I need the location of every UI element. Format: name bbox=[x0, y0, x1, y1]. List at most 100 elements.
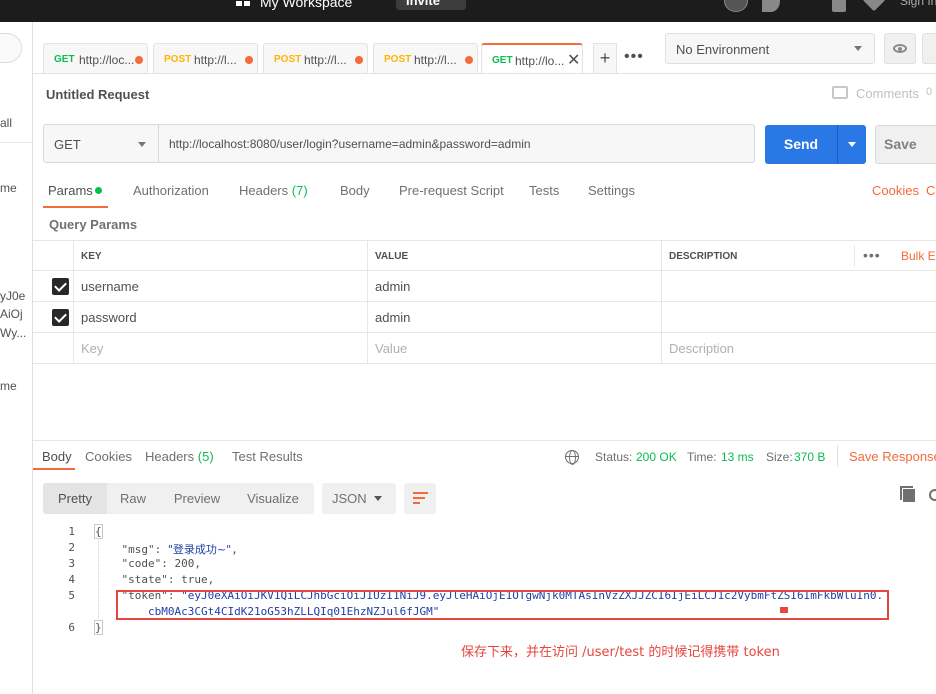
tab-url: http://lo... bbox=[515, 54, 565, 68]
status-label: Status: bbox=[595, 450, 633, 464]
request-tab[interactable]: POST http://l... bbox=[373, 43, 478, 74]
tab-settings[interactable]: Settings bbox=[588, 183, 635, 198]
format-select[interactable]: JSON bbox=[322, 483, 396, 514]
code-line: "code": 200, bbox=[121, 557, 202, 570]
line-number: 4 bbox=[68, 573, 75, 586]
param-description-input[interactable] bbox=[661, 271, 936, 302]
code-link[interactable]: Code bbox=[926, 183, 936, 198]
url-input[interactable]: http://localhost:8080/user/login?usernam… bbox=[158, 124, 755, 163]
tab-authorization[interactable]: Authorization bbox=[133, 183, 209, 198]
sidebar-item[interactable]: Wy... bbox=[0, 326, 26, 340]
checkbox-checked[interactable] bbox=[52, 309, 69, 326]
app-header: My Workspace ▾ Invite Sign In bbox=[0, 0, 936, 22]
divider bbox=[33, 440, 936, 441]
response-tab-body[interactable]: Body bbox=[42, 449, 72, 464]
response-tab-test-results[interactable]: Test Results bbox=[232, 449, 303, 464]
add-tab-button[interactable]: + bbox=[593, 43, 617, 74]
request-tabbar: GET http://loc... POST http://l... POST … bbox=[33, 22, 653, 74]
table-row: password admin bbox=[33, 302, 936, 333]
bell-icon[interactable] bbox=[832, 0, 846, 12]
send-options-button[interactable] bbox=[837, 125, 866, 164]
sidebar-item[interactable]: all bbox=[0, 116, 12, 130]
close-brace: } bbox=[95, 621, 102, 634]
sidebar-search-input[interactable] bbox=[0, 33, 22, 63]
request-tab[interactable]: GET http://loc... bbox=[43, 43, 148, 74]
tab-headers[interactable]: Headers (7) bbox=[239, 183, 308, 198]
request-title[interactable]: Untitled Request bbox=[46, 87, 149, 102]
caret-down-icon bbox=[848, 142, 856, 147]
request-tab[interactable]: POST http://l... bbox=[153, 43, 258, 74]
sidebar-item[interactable]: me bbox=[0, 379, 17, 393]
status-value[interactable]: 200 OK bbox=[636, 450, 677, 464]
json-key: "msg" bbox=[121, 543, 155, 556]
tab-body[interactable]: Body bbox=[340, 183, 370, 198]
environment-select[interactable]: No Environment bbox=[665, 33, 875, 64]
new-description-input[interactable]: Description bbox=[661, 333, 936, 364]
view-pretty-button[interactable]: Pretty bbox=[43, 483, 107, 514]
method-value: GET bbox=[54, 137, 81, 152]
environment-selected: No Environment bbox=[676, 42, 770, 57]
table-row: username admin bbox=[33, 271, 936, 302]
sidebar-item[interactable]: me bbox=[0, 181, 17, 195]
eye-icon bbox=[893, 44, 907, 53]
request-tab-active[interactable]: GET http://lo... ✕ bbox=[481, 43, 583, 74]
method-label: POST bbox=[384, 54, 412, 65]
table-cell bbox=[33, 271, 73, 302]
view-preview-button[interactable]: Preview bbox=[165, 483, 229, 514]
time-value[interactable]: 13 ms bbox=[721, 450, 754, 464]
signin-button[interactable]: Sign In bbox=[900, 0, 936, 8]
more-icon[interactable]: ••• bbox=[863, 247, 881, 263]
response-tab-cookies[interactable]: Cookies bbox=[85, 449, 132, 464]
chevron-down-icon[interactable]: ▾ bbox=[364, 0, 369, 3]
active-tab-indicator bbox=[33, 468, 75, 470]
method-label: POST bbox=[274, 54, 302, 65]
save-button[interactable]: Save bbox=[875, 125, 936, 164]
tab-tests[interactable]: Tests bbox=[529, 183, 559, 198]
caret-down-icon bbox=[854, 46, 862, 51]
view-raw-button[interactable]: Raw bbox=[107, 483, 159, 514]
response-tab-headers[interactable]: Headers (5) bbox=[145, 449, 214, 464]
param-value-input[interactable]: admin bbox=[367, 302, 661, 333]
param-key-input[interactable]: username bbox=[73, 271, 367, 302]
new-value-input[interactable]: Value bbox=[367, 333, 661, 364]
divider bbox=[0, 142, 32, 143]
json-key: "code" bbox=[121, 557, 162, 570]
more-tabs-icon[interactable]: ••• bbox=[624, 48, 644, 66]
response-tab-headers-label: Headers bbox=[145, 449, 195, 464]
param-key-input[interactable]: password bbox=[73, 302, 367, 333]
param-value-input[interactable]: admin bbox=[367, 271, 661, 302]
search-icon[interactable] bbox=[929, 489, 936, 501]
manage-environments-button[interactable] bbox=[922, 33, 936, 64]
sync-icon[interactable] bbox=[724, 0, 748, 12]
new-key-input[interactable]: Key bbox=[73, 333, 367, 364]
heart-icon[interactable] bbox=[862, 0, 886, 12]
comments-button[interactable]: Comments bbox=[856, 86, 919, 101]
param-description-input[interactable] bbox=[661, 302, 936, 333]
copy-icon[interactable] bbox=[900, 486, 915, 502]
size-value[interactable]: 370 B bbox=[794, 450, 825, 464]
comment-icon[interactable] bbox=[832, 86, 848, 99]
bulk-edit-link[interactable]: Bulk Edit bbox=[901, 249, 936, 263]
tab-prerequest-script[interactable]: Pre-request Script bbox=[399, 183, 504, 198]
table-cell bbox=[33, 302, 73, 333]
tab-params[interactable]: Params bbox=[48, 183, 93, 198]
close-icon[interactable]: ✕ bbox=[567, 50, 580, 70]
save-response-button[interactable]: Save Response bbox=[849, 449, 936, 464]
send-button[interactable]: Send bbox=[765, 125, 837, 164]
wrap-lines-button[interactable] bbox=[404, 483, 436, 514]
line-number: 5 bbox=[68, 589, 75, 602]
sidebar-item[interactable]: yJ0e bbox=[0, 289, 25, 303]
capture-icon[interactable] bbox=[762, 0, 780, 12]
cookies-link[interactable]: Cookies bbox=[872, 183, 919, 198]
view-visualize-button[interactable]: Visualize bbox=[239, 483, 307, 514]
code-line: } bbox=[95, 621, 102, 634]
globe-icon[interactable] bbox=[565, 450, 579, 465]
method-select[interactable]: GET bbox=[43, 124, 159, 163]
sidebar-item[interactable]: AiOj bbox=[0, 307, 23, 321]
request-tab[interactable]: POST http://l... bbox=[263, 43, 368, 74]
environment-quicklook-button[interactable] bbox=[884, 33, 916, 64]
invite-button[interactable]: Invite bbox=[396, 0, 466, 10]
checkbox-checked[interactable] bbox=[52, 278, 69, 295]
workspace-name[interactable]: My Workspace bbox=[260, 0, 352, 10]
annotation-highlight-box bbox=[116, 590, 889, 620]
